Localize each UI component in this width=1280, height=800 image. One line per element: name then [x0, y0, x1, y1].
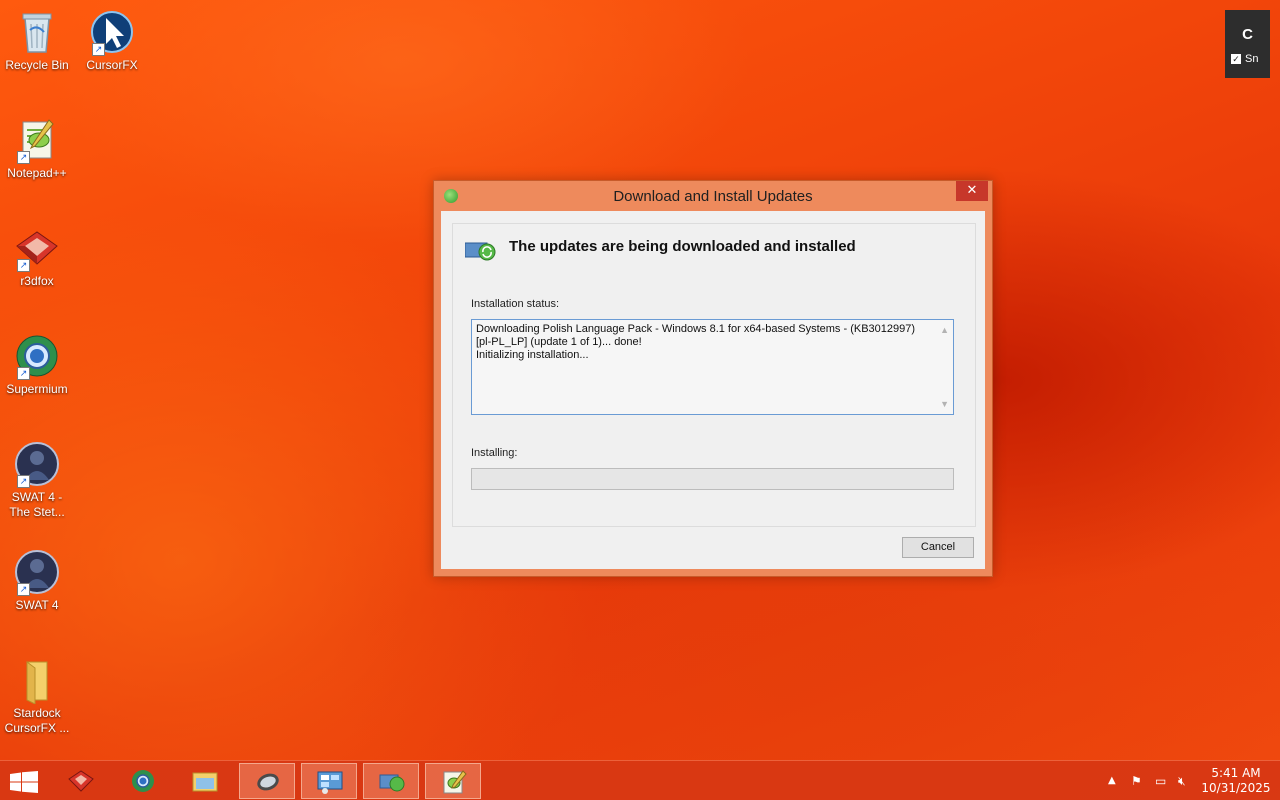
taskbar-control-panel[interactable]	[301, 763, 357, 799]
log-line: Initializing installation...	[476, 349, 589, 361]
snap-checkbox[interactable]: ✓	[1231, 54, 1241, 64]
disk-icon	[255, 770, 281, 794]
clock-date: 10/31/2025	[1201, 781, 1271, 795]
icon-label: CursorFX	[86, 58, 138, 72]
windows-update-icon	[464, 239, 497, 261]
cursorfx-icon: ↗	[88, 8, 136, 56]
shortcut-arrow-icon: ↗	[17, 475, 30, 488]
show-hidden-icons-icon[interactable]: ▲	[1108, 775, 1116, 786]
taskbar-clock[interactable]: 5:41 AM 10/31/2025	[1200, 766, 1272, 796]
taskbar: ▲ ⚑ ▭ 🔇︎ 5:41 AM 10/31/2025	[0, 760, 1280, 800]
desktop-icon-cursorfx[interactable]: ↗ CursorFX	[76, 8, 148, 73]
recycle-bin-icon	[13, 8, 61, 56]
cancel-button[interactable]: Cancel	[902, 537, 974, 558]
scroll-up-icon[interactable]: ▲	[940, 324, 949, 337]
taskbar-notepadpp[interactable]	[425, 763, 481, 799]
swat4-icon: ↗	[13, 548, 61, 596]
desktop-icon-notepadpp[interactable]: ↗ Notepad++	[1, 116, 73, 181]
desktop-icon-stardock-cursorfx[interactable]: Stardock CursorFX ...	[1, 656, 73, 736]
shortcut-arrow-icon: ↗	[17, 151, 30, 164]
installation-log[interactable]: Downloading Polish Language Pack - Windo…	[471, 319, 954, 415]
volume-muted-icon[interactable]: 🔇︎	[1178, 774, 1186, 789]
log-line: Downloading Polish Language Pack - Windo…	[476, 323, 916, 348]
snap-checkbox-label: Sn	[1245, 53, 1259, 65]
supermium-icon	[130, 769, 156, 793]
start-button[interactable]	[0, 763, 48, 799]
desktop-icon-r3dfox[interactable]: ↗ r3dfox	[1, 224, 73, 289]
action-center-flag-icon[interactable]: ⚑	[1131, 774, 1142, 788]
taskbar-supermium[interactable]	[115, 763, 171, 799]
network-icon[interactable]: ▭	[1155, 774, 1166, 788]
control-panel-icon	[317, 770, 343, 794]
icon-label: Notepad++	[7, 166, 67, 180]
shortcut-arrow-icon: ↗	[17, 583, 30, 596]
supermium-icon: ↗	[13, 332, 61, 380]
clock-time: 5:41 AM	[1211, 766, 1261, 780]
shortcut-arrow-icon: ↗	[17, 367, 30, 380]
snap-checkbox-row[interactable]: ✓ Sn	[1231, 53, 1270, 65]
scroll-down-icon[interactable]: ▼	[940, 398, 949, 411]
folder-icon	[13, 656, 61, 705]
update-dialog: Download and Install Updates ✕ The updat…	[433, 180, 993, 577]
desktop-icon-swat4-stetchkov[interactable]: ↗ SWAT 4 - The Stet...	[1, 440, 73, 520]
windows-logo-icon	[10, 771, 38, 795]
close-button[interactable]: ✕	[956, 181, 988, 201]
taskbar-disk-utility[interactable]	[239, 763, 295, 799]
dialog-heading: The updates are being downloaded and ins…	[509, 238, 856, 255]
install-progress-bar	[471, 468, 954, 490]
snap-widget[interactable]: C ✓ Sn	[1225, 10, 1270, 78]
notepadpp-icon: ↗	[13, 116, 61, 164]
desktop-icon-recycle-bin[interactable]: Recycle Bin	[1, 8, 73, 73]
taskbar-windows-update[interactable]	[363, 763, 419, 799]
shortcut-arrow-icon: ↗	[17, 259, 30, 272]
shortcut-arrow-icon: ↗	[92, 43, 105, 56]
r3dfox-icon: ↗	[13, 224, 61, 272]
icon-label: SWAT 4 - The Stet...	[9, 490, 65, 519]
windows-update-icon	[379, 770, 405, 794]
desktop-icon-supermium[interactable]: ↗ Supermium	[1, 332, 73, 397]
icon-label: r3dfox	[20, 274, 54, 288]
r3dfox-icon	[68, 769, 94, 793]
taskbar-file-explorer[interactable]	[177, 763, 233, 799]
snap-widget-letter: C	[1242, 26, 1253, 43]
notepadpp-icon	[441, 770, 467, 794]
desktop-icon-swat4[interactable]: ↗ SWAT 4	[1, 548, 73, 613]
swat4-stetchkov-icon: ↗	[13, 440, 61, 488]
taskbar-r3dfox[interactable]	[53, 763, 109, 799]
installation-status-label: Installation status:	[471, 298, 560, 310]
dialog-title: Download and Install Updates	[613, 188, 813, 205]
dialog-client: The updates are being downloaded and ins…	[441, 211, 985, 569]
icon-label: Supermium	[6, 382, 68, 396]
dialog-panel: The updates are being downloaded and ins…	[452, 223, 976, 527]
installing-label: Installing:	[471, 447, 518, 459]
dialog-titlebar[interactable]: Download and Install Updates ✕	[434, 181, 992, 211]
file-explorer-icon	[192, 769, 218, 793]
icon-label: SWAT 4	[15, 598, 59, 612]
icon-label: Stardock CursorFX ...	[4, 706, 70, 735]
icon-label: Recycle Bin	[5, 58, 69, 72]
